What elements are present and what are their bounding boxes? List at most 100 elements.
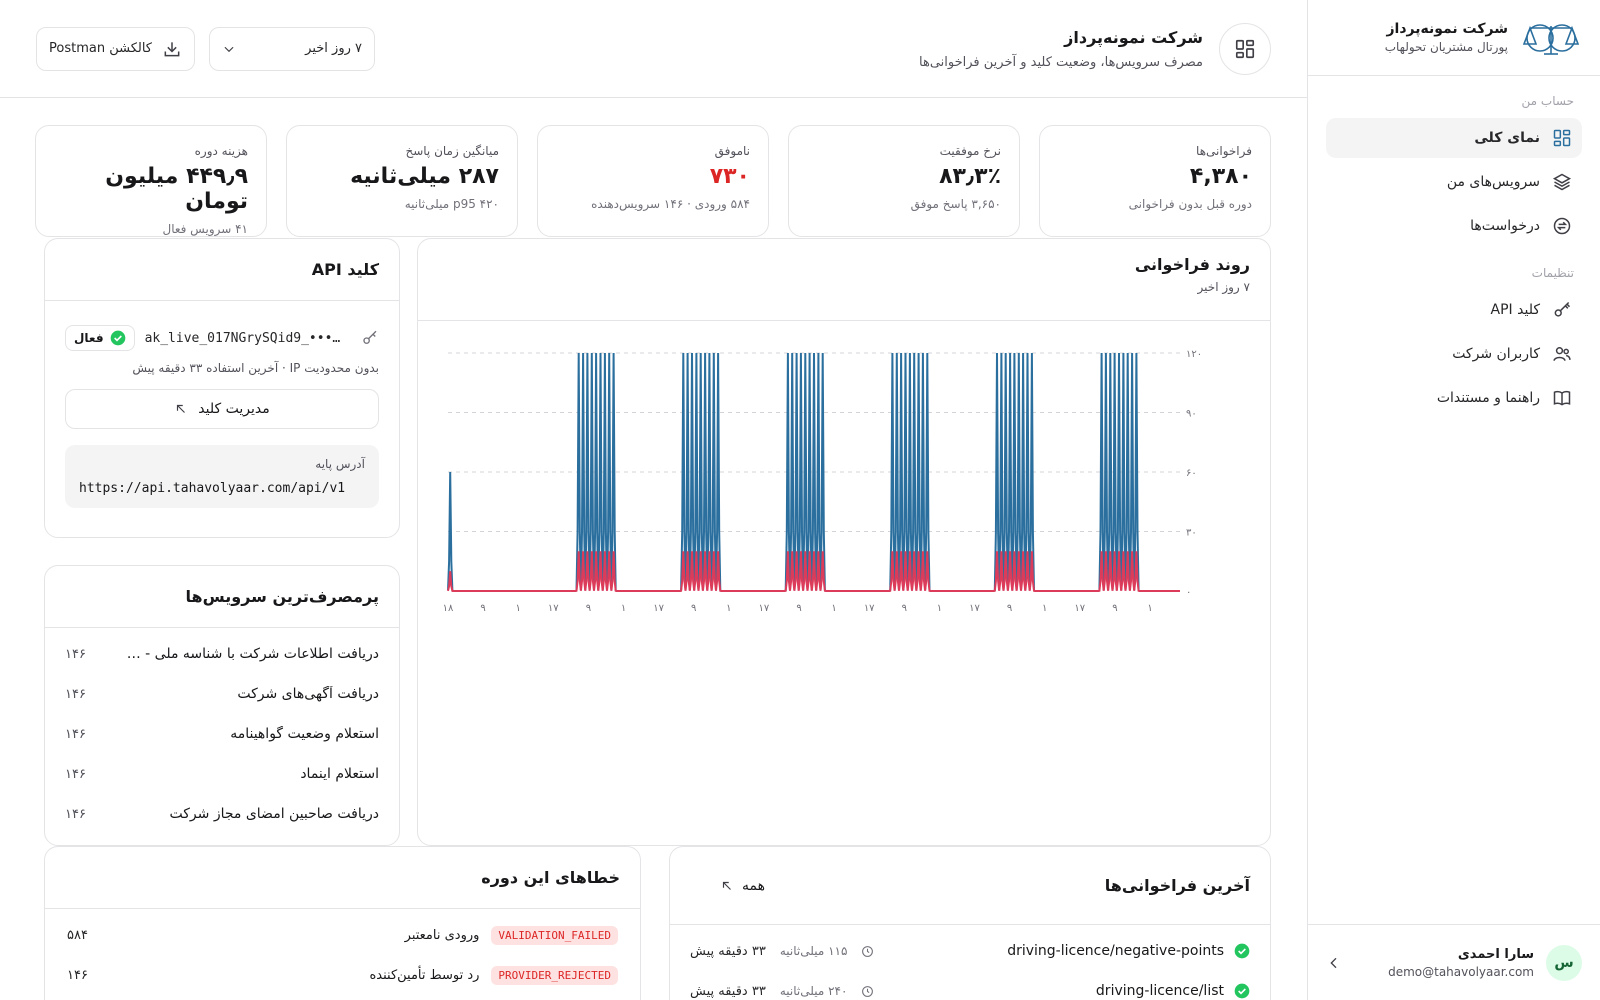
error-code: PROVIDER_REJECTED [491, 965, 618, 985]
brand-subtitle: پورتال مشتریان تحولهاب [1384, 40, 1508, 54]
date-range-select[interactable]: ۷ روز اخیر [209, 26, 375, 71]
x-tick-label: ۹ [691, 603, 696, 614]
user-email: demo@tahavolyaar.com [1388, 964, 1534, 979]
stat-hint: p95 ۴۲۰ میلی‌ثانیه [404, 197, 499, 211]
base-url-box: آدرس پایه https://api.tahavolyaar.com/ap… [65, 445, 379, 508]
stat-value: ۴,۳۸۰ [1189, 164, 1252, 189]
manage-key-label: مدیریت کلید [198, 401, 270, 417]
x-tick-label: ۱ [726, 603, 731, 614]
arrow-up-left-icon [177, 404, 186, 413]
service-count: ۱۴۶ [65, 646, 86, 662]
key-icon [1554, 301, 1571, 317]
user-name: سارا احمدی [1457, 946, 1534, 962]
header-icon [1219, 22, 1271, 75]
call-latency: ۲۴۰ میلی‌ثانیه [779, 984, 848, 998]
clock-icon [862, 945, 874, 957]
exchange-icon [1553, 217, 1571, 235]
sidebar-item-overview[interactable]: نمای کلی [1326, 118, 1582, 158]
x-tick-label: ۱ [621, 603, 626, 614]
download-icon [164, 41, 180, 56]
x-tick-label: ۱ [516, 603, 521, 614]
sidebar-item-label: کاربران شرکت [1452, 346, 1540, 362]
service-count: ۱۴۶ [65, 726, 86, 742]
list-item[interactable]: VALIDATION_FAILED ورودی نامعتبر ۵۸۴ [45, 915, 640, 955]
book-icon [1553, 390, 1571, 406]
page-header: شرکت نمونه‌پرداز مصرف سرویس‌ها، وضعیت کل… [0, 0, 1307, 98]
chart-subtitle: ۷ روز اخیر [1197, 280, 1250, 294]
call-time-ago: ۳۳ دقیقه پیش [690, 983, 766, 999]
call-path: driving-licence/negative-points [1007, 943, 1224, 959]
recent-calls-card: آخرین فراخوانی‌ها همه driving-licence/ne… [669, 846, 1271, 1000]
list-item[interactable]: دریافت آگهی‌های شرکت ۱۴۶ [65, 674, 379, 714]
stat-hint: ۳,۶۵۰ پاسخ موفق [910, 197, 1001, 211]
sidebar-item-requests[interactable]: درخواست‌ها [1326, 206, 1582, 246]
x-tick-label: ۱۷ [759, 603, 770, 614]
view-all-link[interactable]: همه [720, 878, 765, 894]
x-tick-label: ۹ [902, 603, 907, 614]
table-row[interactable]: driving-licence/negative-points ۱۱۵ میلی… [670, 931, 1270, 971]
list-item[interactable]: دریافت صاحبین امضای مجاز شرکت ۱۴۶ [65, 794, 379, 834]
sidebar-item-company-users[interactable]: کاربران شرکت [1326, 334, 1582, 374]
postman-collection-button[interactable]: کالکشن Postman [36, 26, 195, 71]
chart-title: روند فراخوانی [1134, 255, 1250, 274]
check-circle-icon [110, 330, 125, 346]
stat-card-response-time: میانگین زمان پاسخ ۲۸۷ میلی‌ثانیه p95 ۴۲۰… [286, 125, 518, 237]
call-latency: ۱۱۵ میلی‌ثانیه [779, 944, 848, 958]
service-name: دریافت اطلاعات شرکت با شناسه ملی - ن... [119, 646, 379, 662]
api-key-card: کلید API ak_live_017NGrySQid9_•••… فعال … [44, 238, 400, 538]
layers-icon [1552, 173, 1572, 191]
sidebar-item-my-services[interactable]: سرویس‌های من [1326, 162, 1582, 202]
api-key-note: بدون محدودیت IP · آخرین استفاده ۳۳ دقیقه… [132, 361, 379, 375]
errors-card: خطاهای این دوره VALIDATION_FAILED ورودی … [44, 846, 641, 1000]
y-tick-label: ۱۲۰ [1186, 349, 1202, 360]
sidebar-item-docs[interactable]: راهنما و مستندات [1326, 378, 1582, 418]
x-tick-label: ۹ [1112, 603, 1117, 614]
x-tick-label: ۹ [480, 603, 485, 614]
stat-card-failed: ناموفق ۷۳۰ ۵۸۴ ورودی · ۱۴۶ سرویس‌دهنده [537, 125, 769, 237]
sidebar-item-label: کلید API [1490, 302, 1540, 318]
status-badge: فعال [65, 325, 135, 351]
manage-key-button[interactable]: مدیریت کلید [65, 389, 379, 429]
list-item[interactable]: استعلام اینماد ۱۴۶ [65, 754, 379, 794]
error-count: ۱۴۶ [67, 967, 88, 983]
api-key-value[interactable]: ak_live_017NGrySQid9_•••… [145, 331, 351, 346]
stat-label: میانگین زمان پاسخ [405, 144, 499, 158]
chevron-left-icon[interactable] [1326, 955, 1342, 971]
x-tick-label: ۱۷ [653, 603, 664, 614]
base-url-value[interactable]: https://api.tahavolyaar.com/api/v1 [79, 481, 365, 496]
calls-trend-card: روند فراخوانی ۷ روز اخیر ۰ ۳۰ ۶۰ ۹۰ ۱۲۰ ۱۸ ۹ ۱ ۱… [417, 238, 1271, 846]
top-services-card: پرمصرف‌ترین سرویس‌ها دریافت اطلاعات شرکت… [44, 565, 400, 846]
api-key-title: کلید API [311, 260, 379, 279]
users-icon [1553, 347, 1571, 361]
stat-card-cost: هزینه دوره ۴۴۹٫۹ میلیون تومان ۴۱ سرویس ف… [35, 125, 267, 237]
list-item[interactable]: PROVIDER_REJECTED رد توسط تأمین‌کننده ۱۴… [45, 955, 640, 995]
service-count: ۱۴۶ [65, 806, 86, 822]
x-tick-label: ۹ [1007, 603, 1012, 614]
stat-label: فراخوانی‌ها [1196, 144, 1252, 158]
service-name: دریافت صاحبین امضای مجاز شرکت [169, 806, 380, 822]
errors-title: خطاهای این دوره [481, 868, 620, 887]
stat-label: هزینه دوره [194, 144, 248, 158]
brand[interactable]: شرکت نمونه‌پرداز پورتال مشتریان تحولهاب [1308, 0, 1600, 76]
status-badge-label: فعال [74, 331, 104, 345]
x-tick-label: ۱ [937, 603, 942, 614]
error-code: VALIDATION_FAILED [491, 925, 618, 945]
grid-icon [1235, 39, 1255, 58]
key-icon [363, 330, 377, 344]
user-profile[interactable]: س سارا احمدی demo@tahavolyaar.com [1308, 924, 1600, 1000]
service-count: ۱۴۶ [65, 766, 86, 782]
check-circle-icon [1234, 943, 1250, 959]
arrow-up-left-icon [722, 881, 731, 890]
stat-value: ۸۳٫۳٪ [939, 164, 1001, 189]
stat-card-success-rate: نرخ موفقیت ۸۳٫۳٪ ۳,۶۵۰ پاسخ موفق [788, 125, 1020, 237]
table-row[interactable]: driving-licence/list ۲۴۰ میلی‌ثانیه ۳۳ د… [670, 971, 1270, 1000]
y-tick-label: ۰ [1186, 587, 1191, 598]
clock-icon [862, 985, 874, 997]
recent-calls-title: آخرین فراخوانی‌ها [1104, 876, 1250, 895]
sidebar-item-api-key[interactable]: کلید API [1326, 290, 1582, 330]
list-item[interactable]: استعلام وضعیت گواهینامه ۱۴۶ [65, 714, 379, 754]
y-tick-label: ۳۰ [1186, 528, 1197, 539]
list-item[interactable]: دریافت اطلاعات شرکت با شناسه ملی - ن... ۱… [65, 634, 379, 674]
stat-card-calls: فراخوانی‌ها ۴,۳۸۰ دوره قبل بدون فراخوانی [1039, 125, 1271, 237]
x-tick-label: ۱۷ [548, 603, 559, 614]
